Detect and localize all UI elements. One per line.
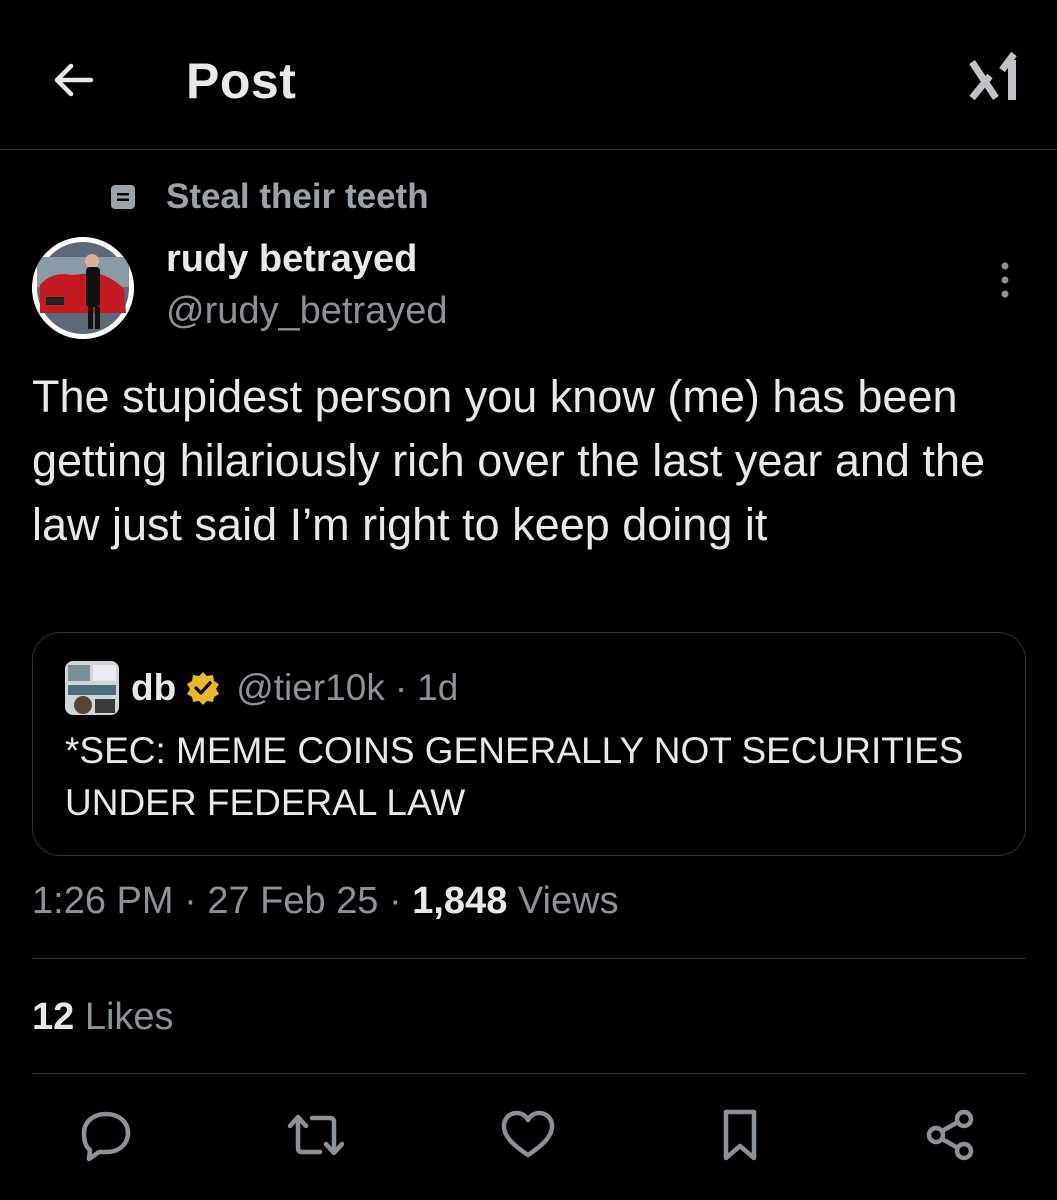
reply-icon: [81, 1111, 131, 1162]
repost-button[interactable]: [286, 1105, 346, 1165]
likes-summary[interactable]: 12 Likes: [32, 996, 174, 1039]
quoted-post[interactable]: db @tier10k · 1d *SEC: MEME COINS GENERA…: [32, 632, 1026, 856]
likes-label: Likes: [84, 996, 174, 1038]
quoted-text: *SEC: MEME COINS GENERALLY NOT SECURITIE…: [65, 730, 964, 823]
dot-separator: ·: [394, 667, 408, 708]
more-button[interactable]: [990, 260, 1020, 300]
views-label: Views: [517, 880, 619, 922]
reply-button[interactable]: [76, 1105, 136, 1165]
dot-separator: ·: [389, 880, 402, 922]
arrow-left-icon: [54, 63, 94, 97]
bookmark-icon: [723, 1109, 757, 1161]
more-vertical-icon: [1001, 262, 1009, 298]
divider: [32, 958, 1026, 959]
top-bar: Post: [0, 0, 1057, 150]
author-name[interactable]: rudy betrayed: [166, 238, 417, 281]
community-icon: [111, 185, 135, 209]
quoted-age: 1d: [417, 667, 459, 708]
likes-count: 12: [32, 996, 75, 1038]
quoted-post-header: db @tier10k · 1d: [65, 661, 458, 715]
dot-separator: ·: [184, 880, 197, 922]
page-title: Post: [186, 53, 297, 109]
share-button[interactable]: [920, 1105, 980, 1165]
back-button[interactable]: [48, 55, 98, 105]
share-icon: [926, 1109, 974, 1161]
like-button[interactable]: [498, 1105, 558, 1165]
post-date: 27 Feb 25: [207, 880, 379, 922]
community-label[interactable]: Steal their teeth: [110, 177, 429, 217]
community-name: Steal their teeth: [166, 177, 429, 216]
post-meta: 1:26 PM · 27 Feb 25 · 1,848 Views: [32, 880, 619, 923]
divider: [32, 1073, 1026, 1074]
action-bar: [0, 1105, 1057, 1165]
quoted-handle: @tier10k: [236, 667, 385, 708]
author-handle[interactable]: @rudy_betrayed: [166, 290, 448, 333]
like-icon: [501, 1110, 555, 1158]
quoted-avatar[interactable]: [65, 661, 119, 715]
avatar[interactable]: [32, 237, 134, 339]
verified-badge-icon: [187, 672, 220, 705]
quoted-author-name: db: [131, 667, 177, 708]
bookmark-button[interactable]: [710, 1105, 770, 1165]
post-time: 1:26 PM: [32, 880, 174, 922]
views-count: 1,848: [412, 880, 508, 922]
repost-icon: [287, 1114, 345, 1156]
x-logo-icon[interactable]: [966, 48, 1026, 108]
post-text: The stupidest person you know (me) has b…: [32, 371, 986, 550]
